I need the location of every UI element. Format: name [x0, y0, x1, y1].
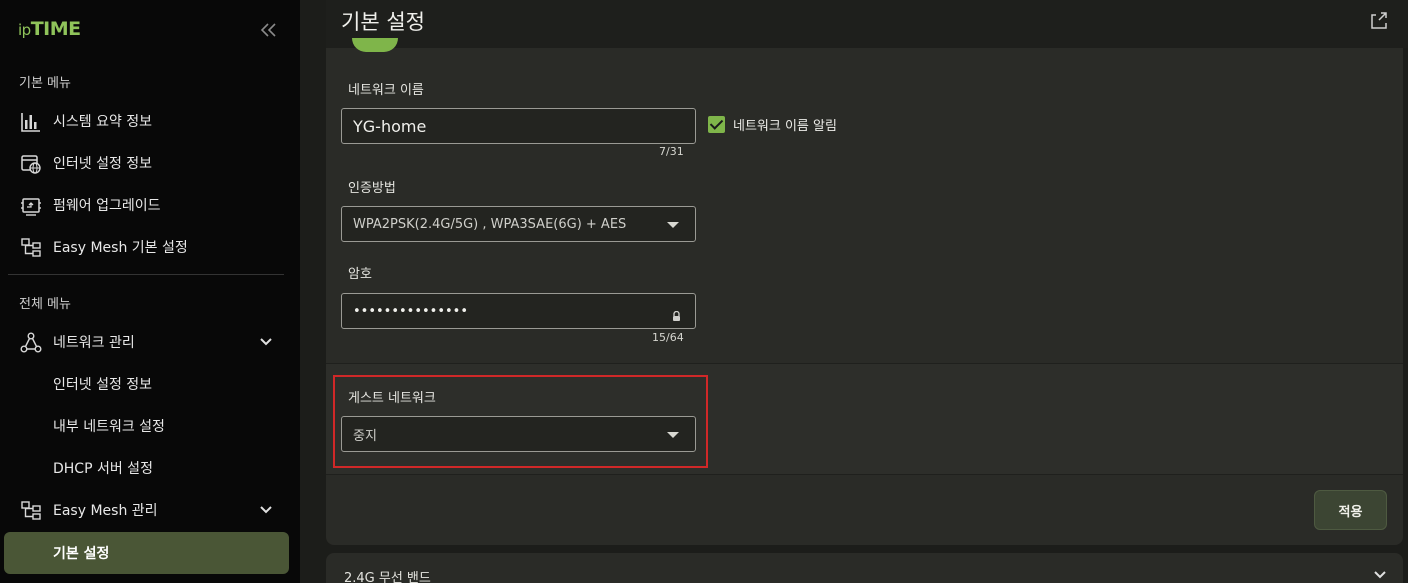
chevron-down-icon[interactable]	[1372, 567, 1388, 583]
broadcast-name-label: 네트워크 이름 알림	[733, 119, 837, 134]
all-menu-title: 전체 메뉴	[19, 297, 71, 312]
sidebar-item-label: 인터넷 설정 정보	[53, 156, 153, 172]
sidebar-item-label: 기본 설정	[53, 546, 110, 562]
sidebar-item-label: DHCP 서버 설정	[53, 461, 153, 477]
section-divider	[326, 474, 1403, 475]
bar-chart-icon	[20, 111, 42, 133]
globe-window-icon	[20, 153, 42, 175]
sidebar-subitem-internet-info[interactable]: 인터넷 설정 정보	[0, 364, 300, 404]
sidebar: ipTIME 기본 메뉴 시스템 요약 정보 인터넷 설정 정보 펌웨어 업그레…	[0, 0, 300, 583]
auth-method-label: 인증방법	[348, 181, 396, 196]
firmware-icon	[20, 195, 42, 217]
sidebar-item-easy-mesh-management[interactable]: Easy Mesh 관리	[0, 490, 300, 530]
basic-menu-title: 기본 메뉴	[19, 76, 71, 91]
sidebar-divider	[8, 274, 284, 275]
apply-button[interactable]: 적용	[1314, 490, 1387, 530]
caret-down-icon	[667, 222, 679, 228]
sidebar-item-label: 네트워크 관리	[53, 335, 135, 351]
sidebar-item-system-summary[interactable]: 시스템 요약 정보	[0, 101, 300, 141]
sidebar-subitem-basic-settings[interactable]: 기본 설정	[4, 532, 289, 574]
password-value: •••••••••••••••	[353, 303, 469, 319]
sidebar-item-firmware-upgrade[interactable]: 펌웨어 업그레이드	[0, 185, 300, 225]
sidebar-subitem-dhcp-server[interactable]: DHCP 서버 설정	[0, 448, 300, 488]
password-label: 암호	[348, 267, 372, 282]
checkbox-checked-icon[interactable]	[708, 116, 725, 133]
chevron-down-icon[interactable]	[258, 334, 274, 350]
password-input[interactable]: •••••••••••••••	[341, 293, 696, 329]
sidebar-item-network-management[interactable]: 네트워크 관리	[0, 322, 300, 362]
broadcast-name-checkbox[interactable]: 네트워크 이름 알림	[708, 115, 837, 134]
network-icon	[20, 332, 42, 354]
lock-icon	[672, 306, 681, 321]
sidebar-item-label: 내부 네트워크 설정	[53, 419, 165, 435]
network-name-counter: 7/31	[659, 145, 684, 158]
auth-method-select[interactable]: WPA2PSK(2.4G/5G) , WPA3SAE(6G) + AES	[341, 206, 696, 242]
sidebar-item-easy-mesh-basic[interactable]: Easy Mesh 기본 설정	[0, 227, 300, 267]
mesh-icon	[20, 237, 42, 259]
sidebar-item-label: Easy Mesh 관리	[53, 503, 158, 519]
mesh-icon	[20, 500, 42, 522]
sidebar-item-label: 펌웨어 업그레이드	[53, 198, 161, 214]
sidebar-item-internet-info[interactable]: 인터넷 설정 정보	[0, 143, 300, 183]
chevron-down-icon[interactable]	[258, 502, 274, 518]
network-name-input[interactable]: YG-home	[341, 108, 696, 144]
page-title: 기본 설정	[341, 10, 425, 34]
sidebar-subitem-internal-network[interactable]: 내부 네트워크 설정	[0, 406, 300, 446]
auth-method-value: WPA2PSK(2.4G/5G) , WPA3SAE(6G) + AES	[353, 216, 627, 232]
collapse-sidebar-icon[interactable]	[258, 18, 278, 42]
band-24g-title: 2.4G 무선 밴드	[344, 571, 431, 583]
highlight-box	[333, 375, 708, 468]
band-24g-card[interactable]	[326, 553, 1403, 583]
iptime-logo[interactable]: ipTIME	[18, 18, 81, 40]
page-header: 기본 설정	[326, 0, 1408, 48]
sidebar-item-label: 인터넷 설정 정보	[53, 377, 153, 393]
green-toggle-partial[interactable]	[352, 38, 398, 52]
network-name-label: 네트워크 이름	[348, 83, 424, 98]
password-counter: 15/64	[652, 331, 684, 344]
sidebar-item-label: 시스템 요약 정보	[53, 114, 153, 130]
export-icon[interactable]	[1368, 9, 1390, 31]
sidebar-item-label: Easy Mesh 기본 설정	[53, 240, 188, 256]
